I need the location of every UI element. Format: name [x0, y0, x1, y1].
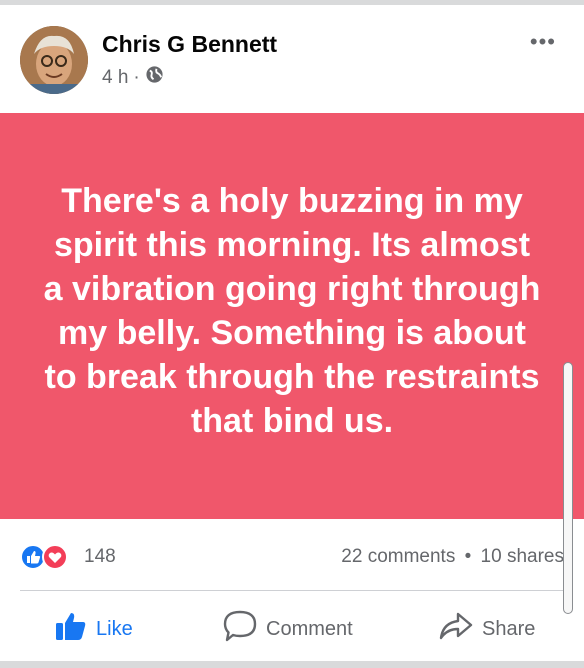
- scrollbar[interactable]: [563, 362, 573, 614]
- share-button[interactable]: Share: [438, 607, 535, 651]
- comment-label: Comment: [266, 617, 353, 640]
- post-card: Chris G Bennett 4 h · ••• There's a holy…: [0, 5, 584, 661]
- comment-icon: [222, 609, 258, 649]
- post-text: There's a holy buzzing in my spirit this…: [43, 182, 541, 440]
- post-time[interactable]: 4 h: [102, 67, 128, 89]
- author-avatar[interactable]: [20, 26, 88, 94]
- reactions-bar: 148 22 comments • 10 shares: [0, 521, 584, 595]
- post-stats: 22 comments • 10 shares: [341, 546, 564, 568]
- like-label: Like: [96, 617, 133, 640]
- shares-count[interactable]: 10 shares: [481, 546, 564, 567]
- reaction-icons[interactable]: [20, 543, 80, 571]
- stats-separator: •: [464, 546, 472, 567]
- comments-count[interactable]: 22 comments: [341, 546, 455, 567]
- share-arrow-icon: [438, 610, 474, 648]
- love-reaction-icon: [42, 544, 68, 570]
- action-bar: Like Comment Share: [0, 597, 584, 661]
- divider: [20, 590, 564, 591]
- like-button[interactable]: Like: [54, 607, 133, 651]
- author-name[interactable]: Chris G Bennett: [102, 31, 277, 58]
- like-reaction-icon: [20, 544, 46, 570]
- thumbs-up-icon: [54, 610, 88, 648]
- comment-button[interactable]: Comment: [222, 607, 353, 651]
- globe-icon: [145, 65, 164, 90]
- post-background: There's a holy buzzing in my spirit this…: [0, 113, 584, 519]
- share-label: Share: [482, 617, 536, 640]
- more-options-icon[interactable]: •••: [530, 29, 556, 55]
- post-header: Chris G Bennett 4 h · •••: [0, 5, 584, 113]
- meta-separator: ·: [133, 66, 140, 88]
- post-meta: 4 h ·: [102, 65, 164, 90]
- reaction-count[interactable]: 148: [84, 546, 116, 568]
